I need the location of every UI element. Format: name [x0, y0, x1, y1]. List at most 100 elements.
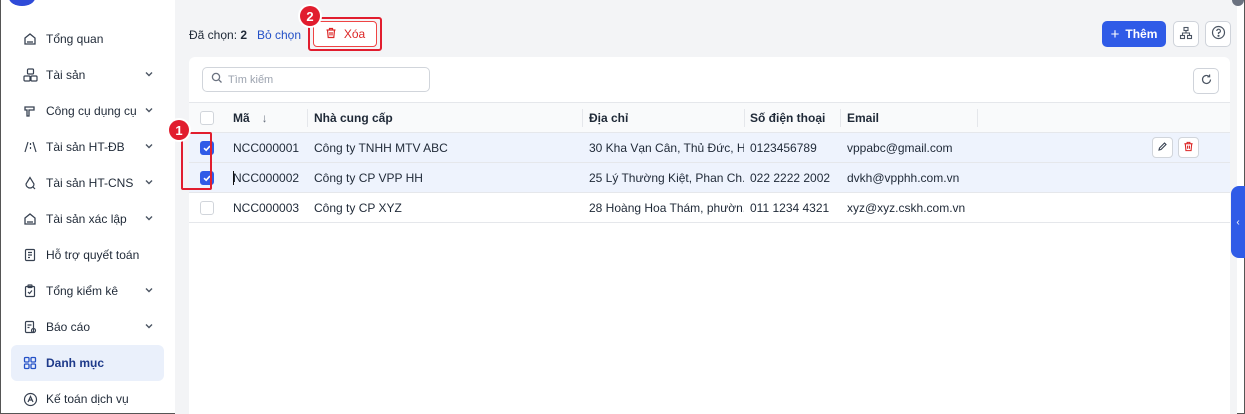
delete-row-button[interactable] — [1178, 137, 1199, 158]
chevron-down-icon — [144, 68, 154, 82]
chevron-down-icon — [144, 140, 154, 154]
table-header-row: Mã ↓ Nhà cung cấp Địa chỉ Số điện thoại E… — [189, 102, 1230, 133]
sidebar-item-danh-muc[interactable]: Danh mục — [11, 345, 164, 381]
column-divider — [840, 109, 841, 127]
collapse-panel-tab[interactable]: ‹ — [1231, 186, 1245, 258]
sidebar-menu: Tổng quan Tài sản Công cụ dụng cụ Tài sả… — [11, 21, 164, 414]
search-icon — [211, 72, 223, 87]
chevron-down-icon — [144, 284, 154, 298]
table-row[interactable]: NCC000003 Công ty CP XYZ 28 Hoàng Hoa Th… — [189, 193, 1230, 223]
home-icon — [22, 31, 38, 47]
trash-icon — [1183, 141, 1194, 155]
cell-ma: NCC000002 — [233, 170, 300, 185]
column-header-email[interactable]: Email — [847, 103, 977, 132]
sidebar-item-label: Tài sản HT-CNS — [46, 176, 134, 190]
delete-highlight-box — [308, 17, 382, 51]
cell-so-dien-thoai: 022 2222 2002 — [750, 170, 831, 185]
sort-arrow-icon[interactable]: ↓ — [262, 111, 268, 125]
column-header-nha-cung-cap[interactable]: Nhà cung cấp — [314, 103, 582, 132]
chevron-down-icon — [144, 104, 154, 118]
hierarchy-icon — [1179, 26, 1193, 43]
sidebar-item-label: Tổng kiểm kê — [46, 284, 119, 298]
refresh-button[interactable] — [1193, 68, 1219, 94]
sidebar-item-tai-san-xac-lap[interactable]: Tài sản xác lập — [11, 201, 164, 237]
column-header-label: Địa chỉ — [589, 110, 629, 125]
main-content: Đã chọn: 2 Bỏ chọn Xóa 2 + Thêm Tìm kiếm — [169, 0, 1237, 414]
cell-nha-cung-cap: Công ty CP XYZ — [314, 200, 402, 215]
selected-count: 2 — [240, 28, 248, 42]
chevron-down-icon — [144, 212, 154, 226]
search-placeholder: Tìm kiếm — [228, 73, 274, 86]
water-drop-icon — [22, 175, 38, 191]
cell-dia-chi: 28 Hoàng Hoa Thám, phườn... — [589, 200, 744, 215]
sidebar-item-ho-tro-quyet-toan[interactable]: Hỗ trợ quyết toán — [11, 237, 164, 273]
chevron-left-icon: ‹ — [1236, 216, 1240, 228]
road-icon — [22, 139, 38, 155]
chevron-down-icon — [144, 176, 154, 190]
structure-button[interactable] — [1173, 21, 1199, 47]
column-header-so-dien-thoai[interactable]: Số điện thoại — [750, 103, 842, 132]
cell-email: dvkh@vpphh.com.vn — [847, 170, 960, 185]
column-header-label: Số điện thoại — [750, 110, 826, 125]
sidebar-item-cong-cu-dung-cu[interactable]: Công cụ dụng cụ — [11, 93, 164, 129]
column-header-dia-chi[interactable]: Địa chỉ — [589, 103, 744, 132]
grid-icon — [22, 355, 38, 371]
clipboard-icon — [22, 283, 38, 299]
pencil-icon — [1157, 141, 1168, 155]
column-divider — [582, 109, 583, 127]
cell-email: vppabc@gmail.com — [847, 140, 953, 155]
sidebar-item-bao-cao[interactable]: Báo cáo — [11, 309, 164, 345]
cell-dia-chi: 30 Kha Vạn Cân, Thủ Đức, H... — [589, 140, 744, 155]
row-checkbox[interactable] — [200, 200, 214, 215]
sidebar-item-tong-kiem-ke[interactable]: Tổng kiểm kê — [11, 273, 164, 309]
sidebar-item-label: Tài sản xác lập — [46, 212, 127, 226]
plus-icon: + — [1110, 25, 1120, 43]
sidebar-item-label: Kế toán dịch vụ — [46, 392, 129, 406]
selected-count-text: Đã chọn: 2 — [189, 28, 247, 42]
add-button[interactable]: + Thêm — [1102, 21, 1166, 47]
sidebar-item-tong-quan[interactable]: Tổng quan — [11, 21, 164, 57]
building-icon — [22, 211, 38, 227]
selected-label: Đã chọn: — [189, 28, 238, 42]
document-icon — [22, 247, 38, 263]
sidebar-item-tai-san-ht-cns[interactable]: Tài sản HT-CNS — [11, 165, 164, 201]
report-icon — [22, 319, 38, 335]
column-header-label: Mã — [233, 110, 250, 125]
help-button[interactable] — [1205, 21, 1231, 47]
sidebar-item-label: Tài sản HT-ĐB — [46, 140, 125, 154]
cell-so-dien-thoai: 011 1234 4321 — [750, 200, 830, 215]
cell-so-dien-thoai: 0123456789 — [750, 140, 817, 155]
sidebar: Tổng quan Tài sản Công cụ dụng cụ Tài sả… — [1, 0, 175, 413]
help-icon — [1211, 25, 1226, 43]
select-all-cell — [189, 103, 225, 132]
cell-ma: NCC000001 — [233, 140, 300, 155]
column-divider — [744, 109, 745, 127]
sidebar-item-ke-toan-dich-vu[interactable]: Kế toán dịch vụ — [11, 381, 164, 414]
checkbox-highlight-box — [181, 132, 212, 190]
sidebar-item-tai-san[interactable]: Tài sản — [11, 57, 164, 93]
cell-email: xyz@xyz.cskh.com.vn — [847, 200, 966, 215]
sidebar-item-label: Báo cáo — [46, 320, 91, 334]
cell-dia-chi: 25 Lý Thường Kiệt, Phan Ch... — [589, 170, 744, 185]
supplier-table-card: Tìm kiếm Mã ↓ Nhà cung cấp Địa chỉ Số điệ… — [189, 57, 1230, 414]
table-row[interactable]: NCC000001 Công ty TNHH MTV ABC 30 Kha Vạ… — [189, 133, 1230, 163]
selection-toolbar: Đã chọn: 2 Bỏ chọn Xóa 2 + Thêm — [175, 6, 1235, 56]
column-header-label: Email — [847, 110, 880, 125]
unselect-link[interactable]: Bỏ chọn — [257, 28, 301, 42]
sidebar-item-label: Công cụ dụng cụ — [46, 104, 137, 118]
column-divider — [307, 109, 308, 127]
sidebar-item-tai-san-ht-db[interactable]: Tài sản HT-ĐB — [11, 129, 164, 165]
assets-icon — [22, 67, 38, 83]
refresh-icon — [1200, 73, 1213, 89]
supplier-table: Mã ↓ Nhà cung cấp Địa chỉ Số điện thoại E… — [189, 102, 1230, 223]
add-label: Thêm — [1125, 27, 1158, 41]
search-input[interactable]: Tìm kiếm — [202, 67, 430, 92]
column-header-label: Nhà cung cấp — [314, 110, 393, 125]
cell-nha-cung-cap: Công ty TNHH MTV ABC — [314, 140, 448, 155]
table-row[interactable]: NCC000002 Công ty CP VPP HH 25 Lý Thường… — [189, 163, 1230, 193]
column-header-ma[interactable]: Mã ↓ — [233, 103, 303, 132]
step-badge-2: 2 — [300, 6, 320, 26]
select-all-checkbox[interactable] — [200, 110, 214, 125]
row-select-cell — [189, 193, 225, 222]
edit-row-button[interactable] — [1152, 137, 1173, 158]
